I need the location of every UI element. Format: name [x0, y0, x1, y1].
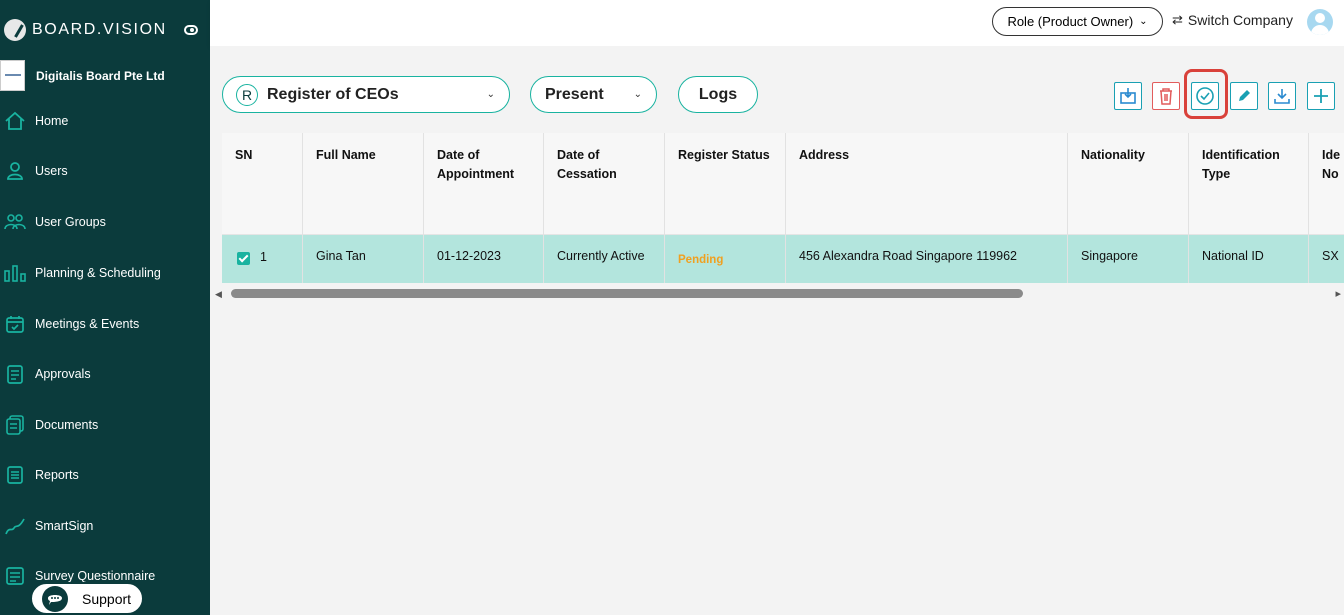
sidebar-item-label: User Groups — [35, 215, 106, 229]
pencil-icon — [1239, 90, 1250, 101]
add-button[interactable] — [1307, 82, 1335, 110]
switch-company-button[interactable]: ⇄ Switch Company — [1172, 12, 1293, 28]
organization-logo — [0, 60, 25, 91]
scroll-right-icon[interactable]: ▸ — [1335, 287, 1341, 300]
sidebar-item-home[interactable]: Home — [0, 105, 210, 137]
column-header-full-name[interactable]: Full Name — [303, 133, 424, 235]
sidebar-item-reports[interactable]: Reports — [0, 459, 210, 491]
brand-name: BOARD.VISION — [32, 21, 167, 38]
register-badge: R — [236, 83, 258, 106]
brand-logo-icon — [4, 19, 26, 41]
support-button[interactable]: Support — [30, 582, 144, 615]
import-button[interactable] — [1114, 82, 1142, 110]
horizontal-scrollbar[interactable]: ◀ ▸ — [215, 286, 1344, 300]
cell-sn: 1 — [222, 235, 303, 283]
register-table: SN Full Name Date of Appointment Date of… — [222, 133, 1344, 283]
logs-button[interactable]: Logs — [678, 76, 758, 113]
cell-full-name: Gina Tan — [303, 235, 424, 283]
signature-icon — [3, 514, 27, 538]
switch-company-label: Switch Company — [1187, 12, 1293, 28]
register-label: Register of CEOs — [267, 85, 399, 103]
row-checkbox[interactable] — [237, 252, 250, 265]
sn-value: 1 — [260, 250, 267, 264]
column-header-date-of-appointment[interactable]: Date of Appointment — [424, 133, 544, 235]
brand-logo[interactable]: BOARD.VISION — [4, 18, 167, 42]
cell-identification-no: SX — [1309, 235, 1344, 283]
trash-icon — [1160, 88, 1172, 105]
cell-nationality: Singapore — [1068, 235, 1189, 283]
column-header-identification-type[interactable]: Identification Type — [1189, 133, 1309, 235]
clipboard-icon — [3, 362, 27, 386]
home-icon — [3, 109, 27, 133]
sidebar-item-label: Planning & Scheduling — [35, 266, 161, 280]
sidebar-item-label: Reports — [35, 468, 79, 482]
user-groups-icon — [3, 210, 27, 234]
sidebar-item-label: Documents — [35, 418, 99, 432]
table-row[interactable]: 1 Gina Tan 01-12-2023 Currently Active P… — [222, 235, 1344, 283]
period-label: Present — [545, 85, 604, 103]
sidebar-item-smartsign[interactable]: SmartSign — [0, 510, 210, 542]
download-icon — [1274, 89, 1290, 104]
sidebar-item-meetings-events[interactable]: Meetings & Events — [0, 308, 210, 340]
sidebar: BOARD.VISION Digitalis Board Pte Ltd Hom… — [0, 0, 210, 615]
report-icon — [3, 463, 27, 487]
chat-icon — [42, 585, 68, 612]
cell-register-status: Pending — [665, 235, 786, 283]
top-bar: Role (Product Owner) ⌄ ⇄ Switch Company — [210, 0, 1344, 46]
import-icon — [1120, 88, 1136, 104]
cell-identification-type: National ID — [1189, 235, 1309, 283]
role-label: Role (Product Owner) — [1007, 14, 1134, 29]
survey-icon — [3, 564, 27, 588]
sidebar-toggle-icon[interactable] — [184, 25, 198, 35]
organization-selector[interactable]: Digitalis Board Pte Ltd — [0, 60, 165, 91]
column-header-address[interactable]: Address — [786, 133, 1068, 235]
sidebar-item-label: Meetings & Events — [35, 317, 140, 331]
edit-button[interactable] — [1230, 82, 1258, 110]
column-header-register-status[interactable]: Register Status — [665, 133, 786, 235]
delete-button[interactable] — [1152, 82, 1180, 110]
cell-date-of-cessation: Currently Active — [544, 235, 665, 283]
chevron-down-icon: ⌄ — [1139, 16, 1148, 27]
period-dropdown[interactable]: Present ⌄ — [530, 76, 657, 113]
sidebar-item-approvals[interactable]: Approvals — [0, 358, 210, 390]
sidebar-item-label: Survey Questionnaire — [35, 569, 156, 583]
scroll-left-icon[interactable]: ◀ — [215, 289, 222, 300]
column-header-nationality[interactable]: Nationality — [1068, 133, 1189, 235]
scrollbar-thumb[interactable] — [231, 289, 1023, 298]
documents-icon — [3, 413, 27, 437]
cell-date-of-appointment: 01-12-2023 — [424, 235, 544, 283]
role-dropdown[interactable]: Role (Product Owner) ⌄ — [992, 7, 1163, 36]
user-icon — [3, 159, 27, 183]
column-header-identification-no[interactable]: Ide No — [1309, 133, 1344, 235]
support-label: Support — [82, 590, 132, 607]
plus-icon — [1314, 89, 1328, 103]
column-header-sn[interactable]: SN — [222, 133, 303, 235]
sidebar-item-label: Home — [35, 114, 69, 128]
calendar-icon — [3, 312, 27, 336]
avatar[interactable] — [1307, 9, 1333, 35]
table-header: SN Full Name Date of Appointment Date of… — [222, 133, 1344, 235]
status-badge: Pending — [678, 254, 724, 266]
download-button[interactable] — [1268, 82, 1296, 110]
main-content: R Register of CEOs ⌄ Present ⌄ Logs SN F… — [210, 46, 1344, 615]
sidebar-item-user-groups[interactable]: User Groups — [0, 206, 210, 238]
organization-name: Digitalis Board Pte Ltd — [36, 68, 165, 83]
sidebar-item-planning-scheduling[interactable]: Planning & Scheduling — [0, 257, 210, 289]
chevron-down-icon: ⌄ — [633, 89, 642, 100]
bar-chart-icon — [3, 261, 27, 285]
approve-highlight — [1184, 69, 1228, 119]
switch-arrows-icon: ⇄ — [1172, 12, 1183, 27]
sidebar-item-label: Users — [35, 164, 68, 178]
sidebar-item-label: Approvals — [35, 367, 91, 381]
sidebar-item-label: SmartSign — [35, 519, 94, 533]
cell-address: 456 Alexandra Road Singapore 119962 — [786, 235, 1068, 283]
register-dropdown[interactable]: R Register of CEOs ⌄ — [222, 76, 510, 113]
sidebar-item-documents[interactable]: Documents — [0, 409, 210, 441]
logs-label: Logs — [698, 85, 738, 103]
sidebar-item-users[interactable]: Users — [0, 155, 210, 187]
column-header-date-of-cessation[interactable]: Date of Cessation — [544, 133, 665, 235]
chevron-down-icon: ⌄ — [486, 89, 495, 100]
